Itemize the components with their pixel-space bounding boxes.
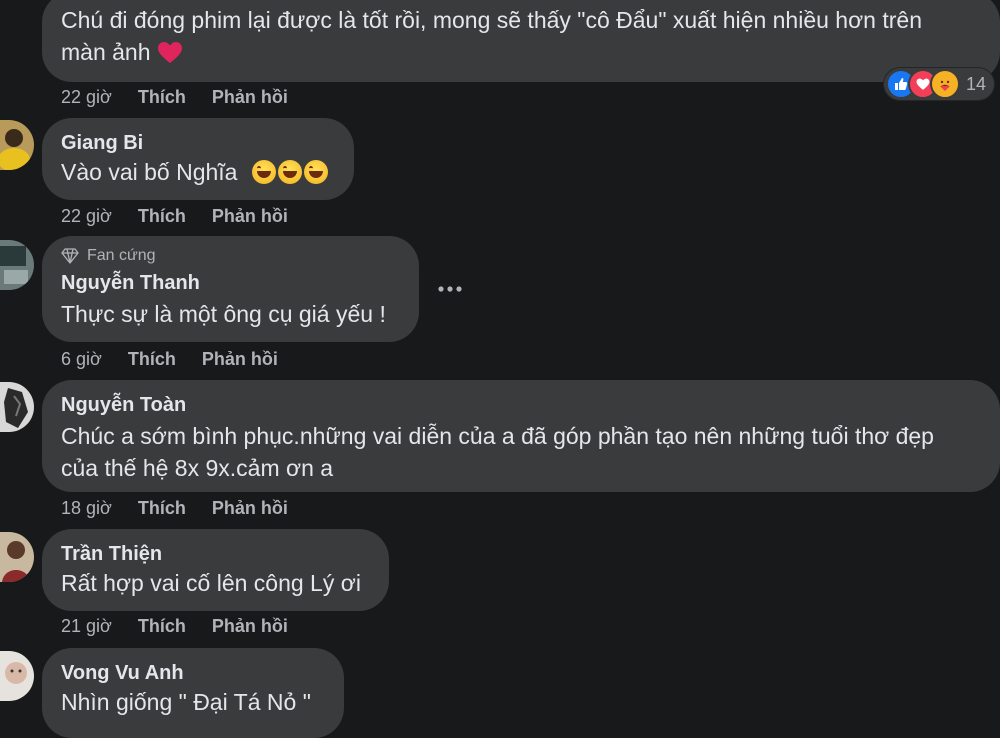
laughing-emoji bbox=[277, 160, 302, 184]
like-button[interactable]: Thích bbox=[138, 615, 186, 637]
comment-text: Rất hợp vai cố lên công Lý ơi bbox=[61, 570, 361, 596]
laughing-emoji bbox=[303, 160, 328, 184]
comment-author[interactable]: Vong Vu Anh bbox=[61, 660, 324, 686]
comment-actions: 22 giờ Thích Phản hồi bbox=[61, 86, 288, 108]
reaction-count: 14 bbox=[966, 73, 987, 94]
avatar[interactable] bbox=[0, 532, 34, 582]
reply-button[interactable]: Phản hồi bbox=[212, 615, 288, 637]
comment-author[interactable]: Nguyễn Thanh bbox=[61, 270, 399, 296]
comment-bubble: Nguyễn Toàn Chúc a sớm bình phục.những v… bbox=[42, 380, 1000, 492]
comment-actions: 22 giờ Thích Phản hồi bbox=[61, 205, 288, 227]
heart-icon bbox=[157, 42, 182, 63]
comment-actions: 21 giờ Thích Phản hồi bbox=[61, 615, 288, 637]
comment-text: Vào vai bố Nghĩa bbox=[61, 156, 334, 188]
comment-text: Chúc a sớm bình phục.những vai diễn của … bbox=[61, 423, 934, 449]
comment-text: màn ảnh bbox=[61, 36, 980, 68]
avatar[interactable] bbox=[0, 120, 34, 170]
avatar[interactable] bbox=[0, 240, 34, 290]
like-button[interactable]: Thích bbox=[138, 205, 186, 227]
like-button[interactable]: Thích bbox=[128, 348, 176, 370]
comment-text: của thế hệ 8x 9x.cảm ơn a bbox=[61, 455, 334, 481]
comment-bubble: Trần Thiện Rất hợp vai cố lên công Lý ơi bbox=[42, 529, 389, 611]
avatar[interactable] bbox=[0, 382, 34, 432]
comment-time[interactable]: 6 giờ bbox=[61, 348, 102, 370]
reply-button[interactable]: Phản hồi bbox=[212, 205, 288, 227]
comment-actions: 18 giờ Thích Phản hồi bbox=[61, 497, 288, 519]
comment-time[interactable]: 21 giờ bbox=[61, 615, 112, 637]
like-button[interactable]: Thích bbox=[138, 86, 186, 108]
comment-text: Thực sự là một ông cụ giá yếu ! bbox=[61, 301, 386, 327]
comment-bubble: Chú đi đóng phim lại được là tốt rồi, mo… bbox=[42, 0, 1000, 82]
more-options-icon[interactable] bbox=[436, 279, 464, 299]
reply-button[interactable]: Phản hồi bbox=[202, 348, 278, 370]
comment-bubble: Vong Vu Anh Nhìn giống " Đại Tá Nỏ " bbox=[42, 648, 344, 738]
comment-time[interactable]: 22 giờ bbox=[61, 205, 112, 227]
care-reaction-icon bbox=[930, 69, 960, 99]
comment-text-line: Vào vai bố Nghĩa bbox=[61, 159, 238, 185]
reply-button[interactable]: Phản hồi bbox=[212, 86, 288, 108]
comment-text-line: màn ảnh bbox=[61, 39, 151, 65]
comment-text: Nhìn giống " Đại Tá Nỏ " bbox=[61, 689, 311, 715]
comment-bubble: Giang Bi Vào vai bố Nghĩa bbox=[42, 118, 354, 200]
reaction-summary[interactable]: 14 bbox=[884, 68, 995, 100]
diamond-icon bbox=[61, 248, 79, 264]
comment-author[interactable]: Nguyễn Toàn bbox=[61, 392, 980, 418]
comment-time[interactable]: 22 giờ bbox=[61, 86, 112, 108]
like-button[interactable]: Thích bbox=[138, 497, 186, 519]
avatar[interactable] bbox=[0, 651, 34, 701]
comment-actions: 6 giờ Thích Phản hồi bbox=[61, 348, 278, 370]
badge-label: Fan cứng bbox=[87, 247, 156, 264]
comment-author[interactable]: Giang Bi bbox=[61, 130, 334, 156]
laughing-emoji bbox=[251, 160, 276, 184]
comment-text: Chú đi đóng phim lại được là tốt rồi, mo… bbox=[61, 7, 922, 33]
comment-time[interactable]: 18 giờ bbox=[61, 497, 112, 519]
fan-badge: Fan cứng bbox=[61, 246, 399, 266]
comment-bubble: Fan cứng Nguyễn Thanh Thực sự là một ông… bbox=[42, 236, 419, 342]
comment-author[interactable]: Trần Thiện bbox=[61, 541, 369, 567]
reply-button[interactable]: Phản hồi bbox=[212, 497, 288, 519]
